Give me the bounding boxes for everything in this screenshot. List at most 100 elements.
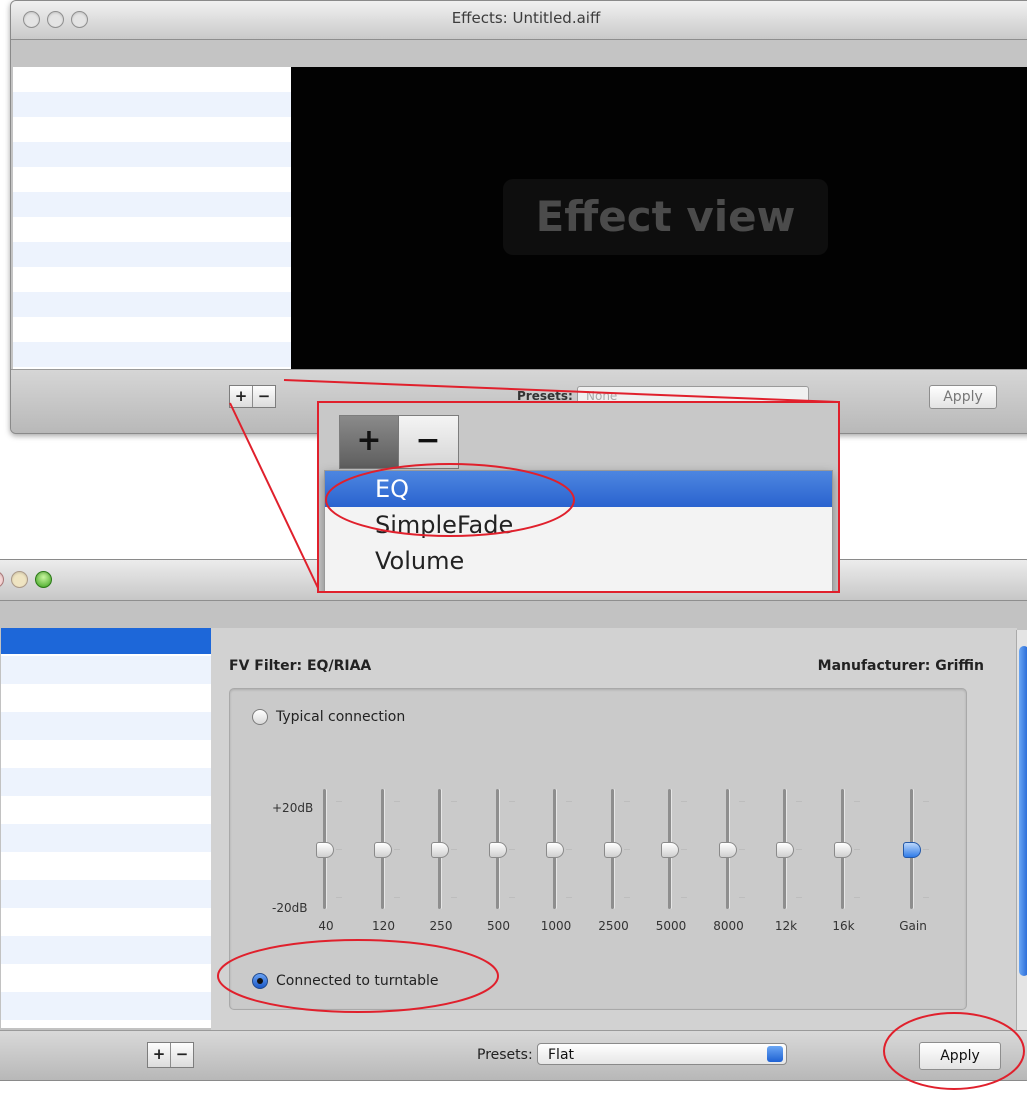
vertical-scrollbar[interactable] [1016,630,1027,1030]
add-remove-control: + − [147,1042,194,1068]
effects-list[interactable] [13,67,291,369]
eq-slider-8000[interactable]: 8000 [709,789,749,933]
slider-thumb[interactable] [903,842,921,858]
slider-thumb[interactable] [603,842,622,858]
effect-panel: FV Filter: EQ/RIAA Manufacturer: Griffin… [211,628,1017,1030]
slider-label: 120 [372,919,395,933]
selected-effect-row[interactable] [1,628,211,654]
slider-tick [681,801,687,802]
slider-thumb[interactable] [316,842,334,858]
slider-label: 16k [832,919,855,933]
slider-tick [336,849,342,850]
slider-tick [336,897,342,898]
eq-slider-gain[interactable]: Gain [893,789,933,933]
eq-slider-120[interactable]: 120 [364,789,404,933]
slider-tick [738,801,745,802]
presets-value: Flat [548,1047,575,1063]
eq-settings-box: Typical connection +20dB -20dB 40 120 250 5… [229,688,967,1010]
slider-tick [508,849,515,850]
slider-tick [508,801,515,802]
eq-slider-1000[interactable]: 1000 [536,789,576,933]
slider-thumb[interactable] [833,842,852,858]
slider-thumb[interactable] [488,842,507,858]
presets-popup[interactable]: Flat [537,1043,787,1065]
eq-slider-40[interactable]: 40 [306,789,346,933]
slider-tick [566,849,572,850]
slider-tick [738,897,745,898]
slider-tick [566,897,572,898]
add-effect-button[interactable]: + [148,1043,170,1067]
radio-typical-connection[interactable]: Typical connection [252,709,405,725]
slider-tick [451,897,457,898]
slider-thumb[interactable] [546,842,564,858]
slider-tick [681,897,687,898]
slider-tick [336,801,342,802]
menu-item-volume[interactable]: Volume [325,543,832,579]
slider-thumb[interactable] [718,842,737,858]
slider-label: 8000 [713,919,744,933]
slider-label: 1000 [540,919,572,933]
add-effect-button[interactable]: + [230,386,252,407]
slider-tick [681,849,687,850]
slider-tick [923,849,929,850]
effects-window-bottom: FV Filter: EQ/RIAA Manufacturer: Griffin… [0,559,1027,1081]
radio-connected-turntable[interactable]: Connected to turntable [252,973,439,989]
zoom-callout: + − EQ SimpleFade Volume [317,401,840,593]
eq-slider-16k[interactable]: 16k [824,789,864,933]
bottom-toolbar: + − Presets: Flat Apply [0,1030,1027,1080]
slider-tick [451,849,457,850]
remove-effect-button[interactable]: − [252,386,275,407]
eq-slider-12k[interactable]: 12k [766,789,806,933]
slider-tick [796,801,802,802]
slider-label: 500 [487,919,510,933]
filter-title: FV Filter: EQ/RIAA [229,658,372,674]
slider-tick [923,897,929,898]
slider-thumb[interactable] [661,842,679,858]
presets-label: Presets: [477,1047,533,1063]
zoom-window-button[interactable] [35,571,52,588]
slider-tick [923,801,929,802]
slider-label: 12k [774,919,798,933]
slider-thumb[interactable] [776,842,794,858]
eq-slider-500[interactable]: 500 [479,789,519,933]
slider-tick [451,801,457,802]
slider-tick [796,897,802,898]
menu-item-eq[interactable]: EQ [325,471,832,507]
slider-label: 5000 [655,919,687,933]
db-min-label: -20dB [272,901,308,915]
add-effect-menu: EQ SimpleFade Volume [324,470,833,591]
radio-button-on[interactable] [252,973,268,989]
slider-tick [853,897,860,898]
slider-tick [508,897,515,898]
slider-tick [853,849,860,850]
title-bar[interactable]: Effects: Untitled.aiff [11,1,1027,40]
slider-thumb[interactable] [431,842,449,858]
slider-tick [623,897,630,898]
close-window-button[interactable] [0,571,4,588]
slider-label: Gain [899,919,927,933]
slider-tick [566,801,572,802]
eq-slider-250[interactable]: 250 [421,789,461,933]
radio-button-off[interactable] [252,709,268,725]
effects-list[interactable] [1,628,211,1028]
slider-thumb[interactable] [373,842,392,858]
scrollbar-knob[interactable] [1019,646,1027,976]
remove-effect-button[interactable]: − [170,1043,193,1067]
apply-button[interactable]: Apply [919,1042,1001,1070]
eq-slider-5000[interactable]: 5000 [651,789,691,933]
slider-tick [853,801,860,802]
slider-tick [623,849,630,850]
remove-effect-button[interactable]: − [398,416,457,468]
eq-slider-2500[interactable]: 2500 [594,789,634,933]
menu-item-simplefade[interactable]: SimpleFade [325,507,832,543]
slider-tick [393,849,400,850]
minimize-window-button[interactable] [11,571,28,588]
add-effect-button[interactable]: + [340,416,398,468]
manufacturer-label: Manufacturer: Griffin [817,658,984,674]
apply-button[interactable]: Apply [929,385,997,409]
add-remove-control: + − [229,385,276,408]
slider-tick [623,801,630,802]
effect-view-placeholder: Effect view [503,179,828,255]
slider-label: 40 [318,919,334,933]
effects-window-top: Effects: Untitled.aiff Effect view + − P… [10,0,1027,434]
